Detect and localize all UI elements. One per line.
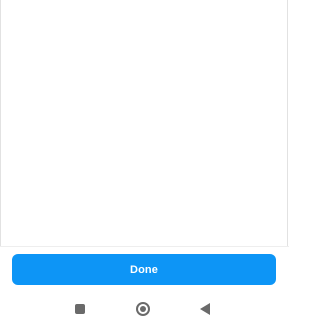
footer: Done xyxy=(0,246,289,290)
recents-square-icon[interactable] xyxy=(75,303,85,314)
system-navigation-bar xyxy=(0,290,289,327)
content-area xyxy=(0,0,288,246)
done-button[interactable]: Done xyxy=(12,254,276,285)
home-circle-icon[interactable] xyxy=(136,301,150,316)
back-triangle-icon[interactable] xyxy=(200,302,210,315)
screen: Done xyxy=(0,0,289,327)
